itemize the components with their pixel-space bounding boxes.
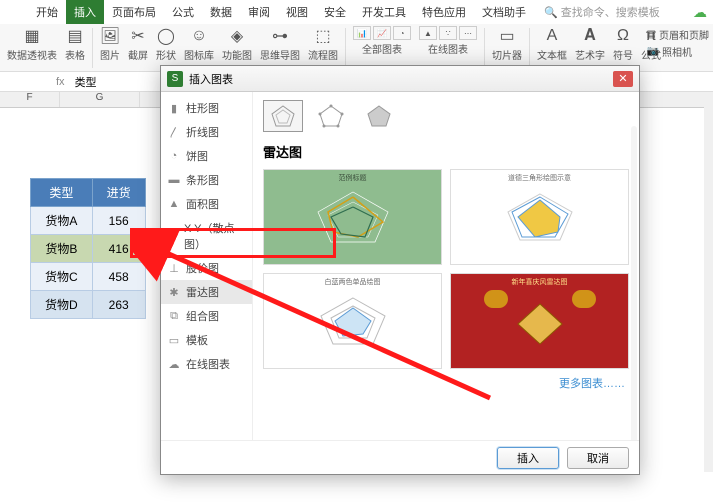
- preview-card-3[interactable]: 白蓝两色单品绘图: [263, 273, 442, 369]
- radar-subtype-3[interactable]: [359, 100, 399, 132]
- chart-type-bar[interactable]: ▬条形图: [161, 168, 252, 192]
- wordart-button[interactable]: 𝐀艺术字: [572, 26, 608, 62]
- chart-type-template[interactable]: ▭模板: [161, 328, 252, 352]
- table-button[interactable]: ▤表格: [62, 26, 88, 62]
- chart-type-pie[interactable]: ◔饼图: [161, 144, 252, 168]
- area-chart-icon[interactable]: ▲: [419, 26, 437, 40]
- right-toolbar: ▤页眉和页脚 📷照相机: [647, 26, 709, 60]
- chart-type-combo[interactable]: ⧉组合图: [161, 304, 252, 328]
- tab-review[interactable]: 审阅: [240, 0, 278, 24]
- chart-type-line[interactable]: 〳折线图: [161, 120, 252, 144]
- insert-button[interactable]: 插入: [497, 447, 559, 469]
- table-row[interactable]: 货物A156: [31, 207, 146, 235]
- vertical-scrollbar[interactable]: [704, 92, 713, 472]
- tab-start[interactable]: 开始: [28, 0, 66, 24]
- data-table: 类型 进货 货物A156 货物B416 货物C458 货物D263: [30, 178, 146, 319]
- cancel-button[interactable]: 取消: [567, 447, 629, 469]
- tab-special[interactable]: 特色应用: [414, 0, 474, 24]
- radar-subtype-1[interactable]: [263, 100, 303, 132]
- template-icon: ▭: [167, 334, 181, 346]
- header-footer-button[interactable]: ▤页眉和页脚: [647, 26, 709, 43]
- header-icon: ▤: [647, 29, 656, 40]
- table-header[interactable]: 进货: [92, 179, 145, 207]
- dialog-title-text: 插入图表: [189, 71, 233, 87]
- preview-card-1[interactable]: 范例标题: [263, 169, 442, 265]
- tab-layout[interactable]: 页面布局: [104, 0, 164, 24]
- chart-type-area[interactable]: ▲面积图: [161, 192, 252, 216]
- radar-chart-icon: ✱: [167, 286, 181, 298]
- pie-chart-icon: ◔: [167, 150, 181, 162]
- chart-type-radar[interactable]: ✱雷达图: [161, 280, 252, 304]
- ribbon-tabs: 开始 插入 页面布局 公式 数据 审阅 视图 安全 开发工具 特色应用 文档助手…: [0, 0, 713, 24]
- tab-dochelper[interactable]: 文档助手: [474, 0, 534, 24]
- preview-scrollbar[interactable]: [631, 126, 637, 440]
- line-chart-icon: 〳: [167, 126, 181, 138]
- picture-button[interactable]: 🖼图片: [97, 26, 123, 62]
- table-row[interactable]: 货物B416: [31, 235, 146, 263]
- radar-subtype-row: [263, 100, 629, 132]
- icons-button[interactable]: ☺图标库: [181, 26, 217, 62]
- tab-view[interactable]: 视图: [278, 0, 316, 24]
- more-charts-link[interactable]: 更多图表……: [263, 369, 629, 391]
- all-charts-button[interactable]: 📊 📈 ◔ 全部图表: [350, 26, 414, 56]
- tab-dev[interactable]: 开发工具: [354, 0, 414, 24]
- mindmap-button[interactable]: ⊶思维导图: [257, 26, 303, 62]
- radar-subtype-2[interactable]: [311, 100, 351, 132]
- more-chart-icon[interactable]: ⋯: [459, 26, 477, 40]
- command-search[interactable]: 🔍 查找命令、搜索模板: [544, 4, 660, 20]
- online-chart-icon: ☁: [167, 358, 181, 370]
- tab-insert[interactable]: 插入: [66, 0, 104, 24]
- table-row[interactable]: 货物C458: [31, 263, 146, 291]
- textbox-button[interactable]: A文本框: [534, 26, 570, 62]
- chart-type-online[interactable]: ☁在线图表: [161, 352, 252, 376]
- chart-type-stock[interactable]: ⊥股价图: [161, 256, 252, 280]
- tab-formula[interactable]: 公式: [164, 0, 202, 24]
- chart-type-column[interactable]: ▮柱形图: [161, 96, 252, 120]
- pie-chart-icon[interactable]: ◔: [393, 26, 411, 40]
- scatter-chart-icon[interactable]: ∵: [439, 26, 457, 40]
- preview-card-4[interactable]: 新年喜庆风雷达图: [450, 273, 629, 369]
- col-g[interactable]: G: [60, 92, 140, 107]
- area-chart-icon: ▲: [167, 198, 181, 210]
- pivot-table-button[interactable]: ▦数据透视表: [4, 26, 60, 62]
- chart-preview-pane: 雷达图 范例标题 道德三角形绘图示意: [253, 92, 639, 440]
- dialog-titlebar[interactable]: S 插入图表 ✕: [161, 66, 639, 92]
- smartart-button[interactable]: ◈功能图: [219, 26, 255, 62]
- bar-chart-icon: ▬: [167, 174, 181, 186]
- camera-icon: 📷: [647, 46, 659, 57]
- slicer-button[interactable]: ▭切片器: [489, 26, 525, 62]
- search-icon: 🔍: [544, 6, 558, 19]
- bar-chart-icon[interactable]: 📊: [353, 26, 371, 40]
- stock-chart-icon: ⊥: [167, 262, 181, 274]
- camera-button[interactable]: 📷照相机: [647, 43, 709, 60]
- shapes-button[interactable]: ◯形状: [153, 26, 179, 62]
- app-logo-icon: S: [167, 71, 183, 87]
- line-chart-icon[interactable]: 📈: [373, 26, 391, 40]
- screenshot-button[interactable]: ✂截屏: [125, 26, 151, 62]
- combo-chart-icon: ⧉: [167, 310, 181, 322]
- tab-security[interactable]: 安全: [316, 0, 354, 24]
- tab-data[interactable]: 数据: [202, 0, 240, 24]
- insert-chart-dialog: S 插入图表 ✕ ▮柱形图 〳折线图 ◔饼图 ▬条形图 ▲面积图 ∵X Y（散点…: [160, 65, 640, 475]
- online-charts-button[interactable]: ▲ ∵ ⋯ 在线图表: [416, 26, 480, 56]
- preview-title: 雷达图: [263, 142, 629, 161]
- flowchart-button[interactable]: ⬚流程图: [305, 26, 341, 62]
- preview-grid: 范例标题 道德三角形绘图示意: [263, 169, 629, 369]
- preview-card-2[interactable]: 道德三角形绘图示意: [450, 169, 629, 265]
- fx-label[interactable]: fx: [50, 76, 71, 88]
- chart-type-scatter[interactable]: ∵X Y（散点图）: [161, 216, 252, 256]
- dialog-footer: 插入 取消: [161, 440, 639, 475]
- scatter-chart-icon: ∵: [167, 230, 179, 242]
- column-chart-icon: ▮: [167, 102, 181, 114]
- symbol-button[interactable]: Ω符号: [610, 26, 636, 62]
- chart-type-list: ▮柱形图 〳折线图 ◔饼图 ▬条形图 ▲面积图 ∵X Y（散点图） ⊥股价图 ✱…: [161, 92, 253, 440]
- cloud-icon[interactable]: ☁: [693, 4, 707, 21]
- table-header[interactable]: 类型: [31, 179, 93, 207]
- close-icon[interactable]: ✕: [613, 71, 633, 87]
- table-row[interactable]: 货物D263: [31, 291, 146, 319]
- formula-value[interactable]: 类型: [71, 74, 97, 90]
- col-f[interactable]: F: [0, 92, 60, 107]
